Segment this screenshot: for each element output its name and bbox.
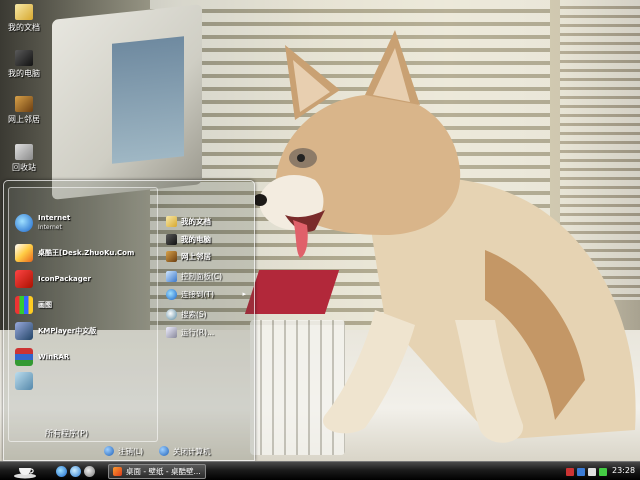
taskbar-clock[interactable]: 23:28 [612, 466, 635, 475]
place-my-computer[interactable]: 我的电脑 [166, 232, 254, 246]
place-connect-to[interactable]: 连接到(T) ▸ [166, 287, 254, 301]
place-run[interactable]: 运行(R)... [166, 325, 254, 339]
shutdown-button[interactable]: 关闭计算机 [159, 446, 211, 457]
tray-volume-icon[interactable] [588, 467, 596, 476]
husky-puppy-image [255, 30, 636, 443]
my-computer-icon [166, 233, 177, 245]
place-control-panel[interactable]: 控制面板(C) [166, 269, 254, 283]
kmplayer-icon [15, 322, 33, 340]
program-winrar[interactable]: WinRAR [15, 346, 155, 368]
place-my-documents[interactable]: 我的文档 [166, 214, 254, 228]
my-documents-icon [15, 4, 33, 20]
chevron-right-icon: ▸ [242, 290, 246, 298]
winrar-icon [15, 348, 33, 366]
power-icon [159, 446, 170, 456]
teacup-start-icon [14, 467, 36, 478]
start-menu: Internet Internet 桌酷王[Desk.ZhuoKu.Com Ic… [3, 180, 255, 461]
program-unknown[interactable] [15, 370, 155, 392]
place-network-places[interactable]: 网上邻居 [166, 249, 254, 263]
my-computer-icon [15, 50, 33, 66]
iconpackager-icon [15, 270, 33, 288]
tray-arrow-icon[interactable] [566, 467, 574, 476]
desktop-icon-recycle-bin[interactable]: 回收站 [0, 144, 48, 173]
start-button[interactable] [6, 463, 44, 480]
place-search[interactable]: 搜索(S) [166, 307, 254, 321]
tray-network-icon[interactable] [577, 467, 585, 476]
my-documents-icon [166, 215, 177, 227]
zhuoku-icon [113, 467, 122, 476]
taskbar: 桌面 - 壁纸 - 桌酷壁... 23:28 [0, 461, 640, 480]
zhuoku-icon [15, 244, 33, 262]
program-kmplayer[interactable]: KMPlayer中文版 [15, 320, 155, 342]
quicklaunch-ie-icon[interactable] [56, 466, 67, 477]
program-zhuoku[interactable]: 桌酷王[Desk.ZhuoKu.Com [15, 242, 155, 264]
program-internet[interactable]: Internet Internet [15, 212, 155, 234]
connect-to-icon [166, 288, 177, 300]
control-panel-icon [166, 270, 177, 282]
logoff-button[interactable]: 注销(L) [104, 446, 143, 457]
internet-explorer-icon [15, 214, 33, 232]
desktop-icon-my-computer[interactable]: 我的电脑 [0, 50, 48, 79]
monitor-screen [112, 36, 184, 164]
pinned-programs-panel: Internet Internet 桌酷王[Desk.ZhuoKu.Com Ic… [8, 187, 158, 442]
start-menu-footer: 注销(L) 关闭计算机 [104, 443, 254, 459]
desktop-icon-network-places[interactable]: 网上邻居 [0, 96, 48, 125]
desktop-icon-my-documents[interactable]: 我的文档 [0, 4, 48, 33]
network-places-icon [166, 250, 177, 262]
paint-icon [15, 296, 33, 314]
all-programs-button[interactable]: 所有程序(P) [45, 428, 88, 439]
logoff-icon [104, 446, 114, 456]
program-paint[interactable]: 画图 [15, 294, 155, 316]
taskbar-task-zhuoku[interactable]: 桌面 - 壁纸 - 桌酷壁... [108, 464, 206, 479]
search-icon [166, 308, 177, 320]
recycle-bin-icon [15, 144, 33, 160]
network-places-icon [15, 96, 33, 112]
quicklaunch-browser-icon[interactable] [70, 466, 81, 477]
program-iconpackager[interactable]: IconPackager [15, 268, 155, 290]
program-icon [15, 372, 33, 390]
tray-app-icon[interactable] [599, 467, 607, 476]
run-icon [166, 326, 177, 338]
quicklaunch-desktop-icon[interactable] [84, 466, 95, 477]
